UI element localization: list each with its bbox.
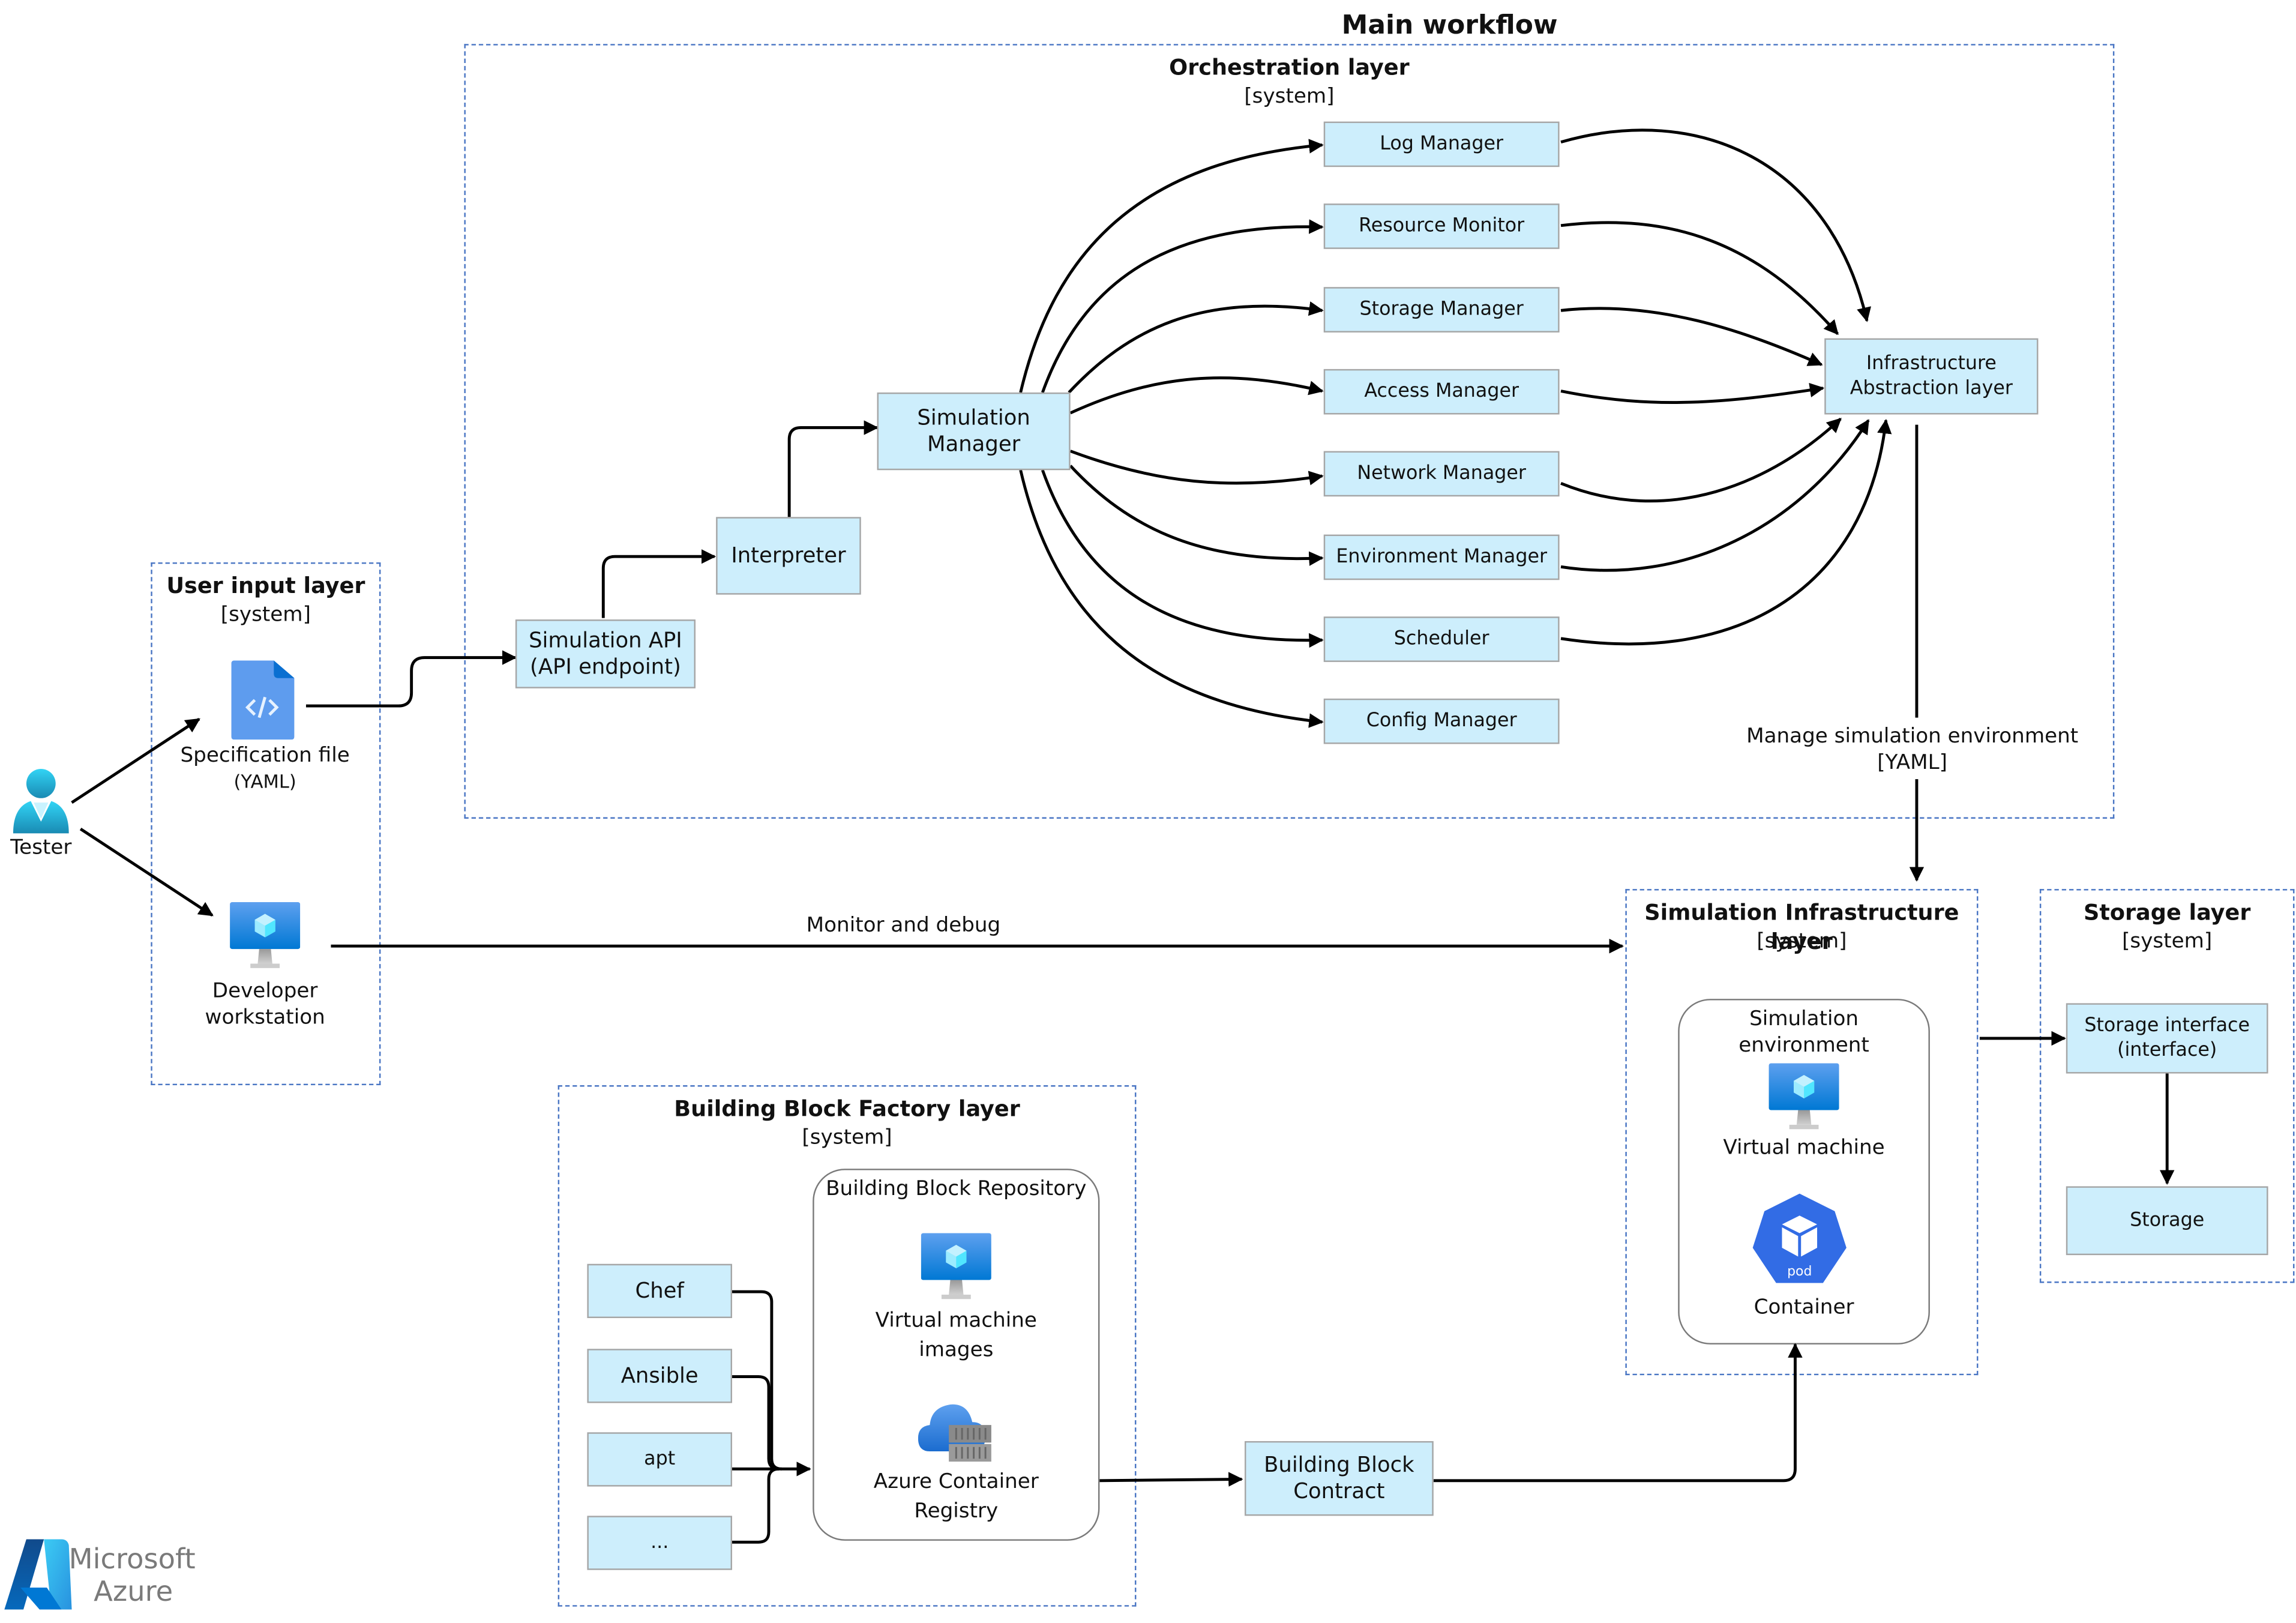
edge-interpreter-manager [787,420,879,517]
vm-images-label-line2: images [919,1338,994,1363]
building-block-contract-box[interactable]: Building Block Contract [1245,1441,1434,1516]
interpreter-box[interactable]: Interpreter [716,517,861,595]
chef-box[interactable]: Chef [587,1263,732,1318]
edge-mgr-resource [1041,219,1324,393]
sim-env-title-line1: Simulation [1749,1007,1859,1031]
edge-storage-infra [1560,307,1823,366]
tester-person-icon [13,769,69,834]
scheduler-box[interactable]: Scheduler [1323,616,1560,662]
box-label: Environment Manager [1336,546,1548,568]
infrastructure-abstraction-box[interactable]: Infrastructure Abstraction layer [1824,338,2039,415]
box-label: apt [644,1448,676,1471]
simulation-api-box[interactable]: Simulation API (API endpoint) [515,619,696,688]
edge-mgr-access [1069,376,1324,415]
box-label: Resource Monitor [1359,215,1525,238]
edge-chef-repo [732,1290,783,1471]
apt-box[interactable]: apt [587,1432,732,1487]
edge-api-interpreter [601,549,717,618]
box-label: (interface) [2117,1040,2217,1062]
box-label: Simulation API [529,628,682,653]
box-label: Contract [1293,1480,1385,1504]
box-label: Log Manager [1380,133,1504,155]
edge-access-infra [1560,382,1825,404]
code-file-icon [231,660,295,740]
diagram-canvas: Main workflow Orchestration layer [syste… [0,0,2296,1623]
storage-box[interactable]: Storage [2066,1186,2268,1256]
box-label: Manager [927,433,1021,457]
edge-log-infra [1560,128,1871,322]
container-label: Container [1754,1296,1854,1320]
edge-spec-api [305,650,517,708]
ansible-box[interactable]: Ansible [587,1349,732,1403]
edge-tester-workstation [79,827,214,917]
box-label: Storage Manager [1359,298,1524,321]
storage-manager-box[interactable]: Storage Manager [1323,287,1560,333]
container-registry-icon [918,1404,991,1462]
edge-repo-contract [1099,1472,1243,1487]
acr-label-line1: Azure Container [873,1470,1039,1494]
box-label: Interpreter [731,544,846,568]
logo-text-azure: Azure [94,1576,173,1609]
box-label: Chef [635,1279,684,1303]
vm-images-label-line1: Virtual machine [875,1309,1037,1333]
monitor-debug-label: Monitor and debug [806,914,1001,938]
spec-file-label: Specification file [180,744,350,768]
box-label: Network Manager [1357,463,1526,485]
box-label: Simulation [917,406,1030,430]
logo-text-microsoft: Microsoft [68,1543,196,1576]
resource-monitor-box[interactable]: Resource Monitor [1323,203,1560,249]
edge-mgr-network [1069,450,1324,486]
storage-interface-box[interactable]: Storage interface (interface) [2066,1003,2268,1074]
access-manager-box[interactable]: Access Manager [1323,369,1560,415]
box-label: Storage interface [2084,1014,2250,1037]
box-label: Ansible [621,1364,699,1388]
box-label: Storage [2130,1209,2205,1232]
box-label: Infrastructure [1866,353,1997,375]
edge-mgr-log [1019,139,1324,393]
edge-etc-repo [732,1467,780,1544]
box-label: Scheduler [1393,628,1489,651]
workstation-label-line2: workstation [205,1006,325,1030]
manage-env-label-line1: Manage simulation environment [1746,724,2079,748]
virtual-machine-images-icon [921,1233,991,1299]
virtual-machine-icon [1769,1063,1839,1130]
sim-env-title-line2: environment [1739,1034,1869,1058]
acr-label-line2: Registry [914,1499,999,1523]
edge-mgr-config [1019,469,1324,728]
simulation-manager-box[interactable]: Simulation Manager [877,392,1071,471]
box-label: ... [651,1532,669,1554]
box-label: Config Manager [1366,710,1517,732]
azure-logo-icon [4,1539,72,1610]
more-tools-box[interactable]: ... [587,1516,732,1570]
box-label: Building Block [1264,1453,1414,1477]
edge-mgr-scheduler [1041,469,1324,648]
edge-resource-infra [1560,221,1839,336]
manage-env-label-line2: [YAML] [1877,751,1948,775]
kubernetes-pod-icon: pod [1752,1193,1847,1283]
network-manager-box[interactable]: Network Manager [1323,451,1560,497]
box-label: Abstraction layer [1850,378,2013,400]
edge-environment-infra [1560,419,1870,572]
tester-label: Tester [10,836,72,860]
edge-network-infra [1560,418,1842,503]
box-label: Access Manager [1364,381,1519,403]
edge-scheduler-infra [1560,418,1892,646]
box-label: (API endpoint) [530,655,681,679]
workstation-label-line1: Developer [212,980,318,1004]
config-manager-box[interactable]: Config Manager [1323,698,1560,744]
spec-file-format-label: (YAML) [233,770,296,793]
edge-contract-simenv [1433,1343,1803,1483]
pod-label: pod [1787,1264,1812,1279]
environment-manager-box[interactable]: Environment Manager [1323,534,1560,580]
repository-title: Building Block Repository [826,1177,1087,1201]
vm-label: Virtual machine [1723,1136,1885,1160]
log-manager-box[interactable]: Log Manager [1323,121,1560,167]
connectors [71,128,2175,1544]
virtual-machine-icon [230,902,301,968]
